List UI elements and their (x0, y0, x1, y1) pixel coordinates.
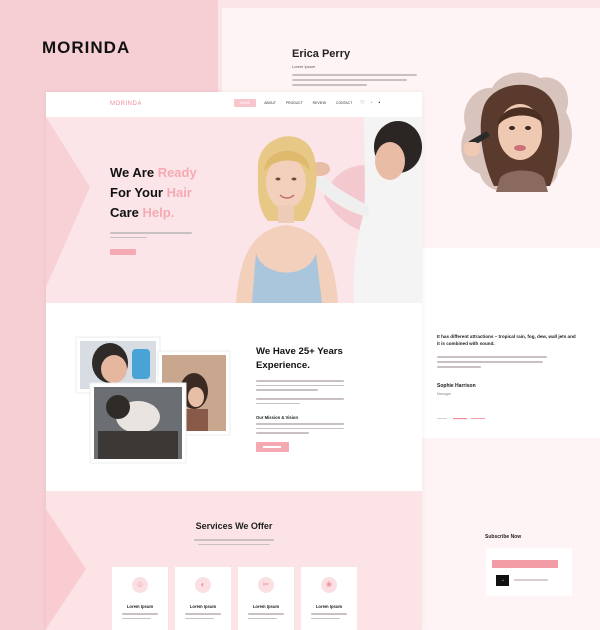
subscribe-title: Subscribe Now (485, 534, 522, 540)
service-card-title: Lorem Ipsum (126, 604, 154, 609)
quote-text-placeholder (437, 356, 547, 371)
testimonial-role: Lorem Ipsum (292, 64, 316, 69)
hero-photo (204, 117, 422, 303)
service-card[interactable]: ◐ Lorem Ipsum (175, 567, 231, 630)
testimonial-name: Erica Perry (292, 48, 351, 60)
hairdryer-icon: ◐ (195, 577, 211, 593)
services-section: Services We Offer ☺ Lorem Ipsum ◐ Lorem … (46, 491, 422, 630)
subscribe-text-placeholder (514, 579, 548, 581)
testimonial-text-placeholder (292, 74, 417, 89)
subscribe-form: → (486, 548, 572, 596)
brand-title: MORINDA (42, 38, 131, 57)
slider-dots[interactable] (437, 417, 485, 420)
hero-cta-button[interactable] (110, 249, 136, 255)
nav-item-review[interactable]: REVIEW (311, 99, 328, 107)
subscribe-submit-button[interactable]: → (496, 575, 509, 586)
about-section: We Have 25+ Years Experience. Our Missio… (46, 303, 422, 491)
scissors-icon: ✂ (258, 577, 274, 593)
about-read-more-button[interactable] (256, 442, 289, 452)
heart-icon[interactable]: ♡ (360, 100, 364, 106)
about-photo-collage (75, 336, 231, 464)
nav-menu: HOME ABOUT PRODUCT REVIEW CONTACT ♡ ◦ ▪ (234, 99, 380, 107)
hero-text-placeholder (110, 232, 192, 241)
face-icon: ☺ (132, 577, 148, 593)
website-mockup: MORINDA HOME ABOUT PRODUCT REVIEW CONTAC… (46, 92, 422, 630)
testimonial-quote: It has different attractions – tropical … (437, 334, 576, 346)
cart-icon[interactable]: ▪ (378, 100, 380, 106)
service-card-title: Lorem Ipsum (252, 604, 280, 609)
about-title: We Have 25+ Years Experience. (256, 346, 343, 372)
hero-section: We Are Ready For Your Hair Care Help. (46, 117, 422, 303)
nav-item-product[interactable]: PRODUCT (284, 99, 305, 107)
service-card[interactable]: ✂ Lorem Ipsum (238, 567, 294, 630)
mission-text-placeholder (256, 423, 344, 437)
hair-icon: ❀ (321, 577, 337, 593)
services-text-placeholder (194, 539, 274, 548)
service-card[interactable]: ☺ Lorem Ipsum (112, 567, 168, 630)
about-text-placeholder-1 (256, 380, 344, 394)
subscribe-email-field[interactable] (492, 560, 558, 568)
nav-item-contact[interactable]: CONTACT (334, 99, 354, 107)
testimonial-author: Sophie Harrison (437, 383, 476, 389)
mission-heading: Our Mission & Vision (256, 415, 299, 420)
service-card-title: Lorem Ipsum (315, 604, 343, 609)
nav-item-about[interactable]: ABOUT (262, 99, 278, 107)
services-title: Services We Offer (195, 521, 273, 531)
nav-item-home[interactable]: HOME (234, 99, 257, 107)
hero-decoration (46, 117, 90, 287)
testimonial-author-role: Manager (437, 392, 452, 396)
service-card[interactable]: ❀ Lorem Ipsum (301, 567, 357, 630)
service-card-title: Lorem Ipsum (189, 604, 217, 609)
services-cards: ☺ Lorem Ipsum ◐ Lorem Ipsum ✂ Lorem Ipsu… (112, 567, 357, 630)
about-text-placeholder-2 (256, 398, 344, 407)
nav-logo[interactable]: MORINDA (110, 101, 142, 107)
navbar: MORINDA HOME ABOUT PRODUCT REVIEW CONTAC… (46, 92, 422, 117)
portrait-splash-image (461, 72, 572, 192)
user-icon[interactable]: ◦ (371, 100, 373, 106)
